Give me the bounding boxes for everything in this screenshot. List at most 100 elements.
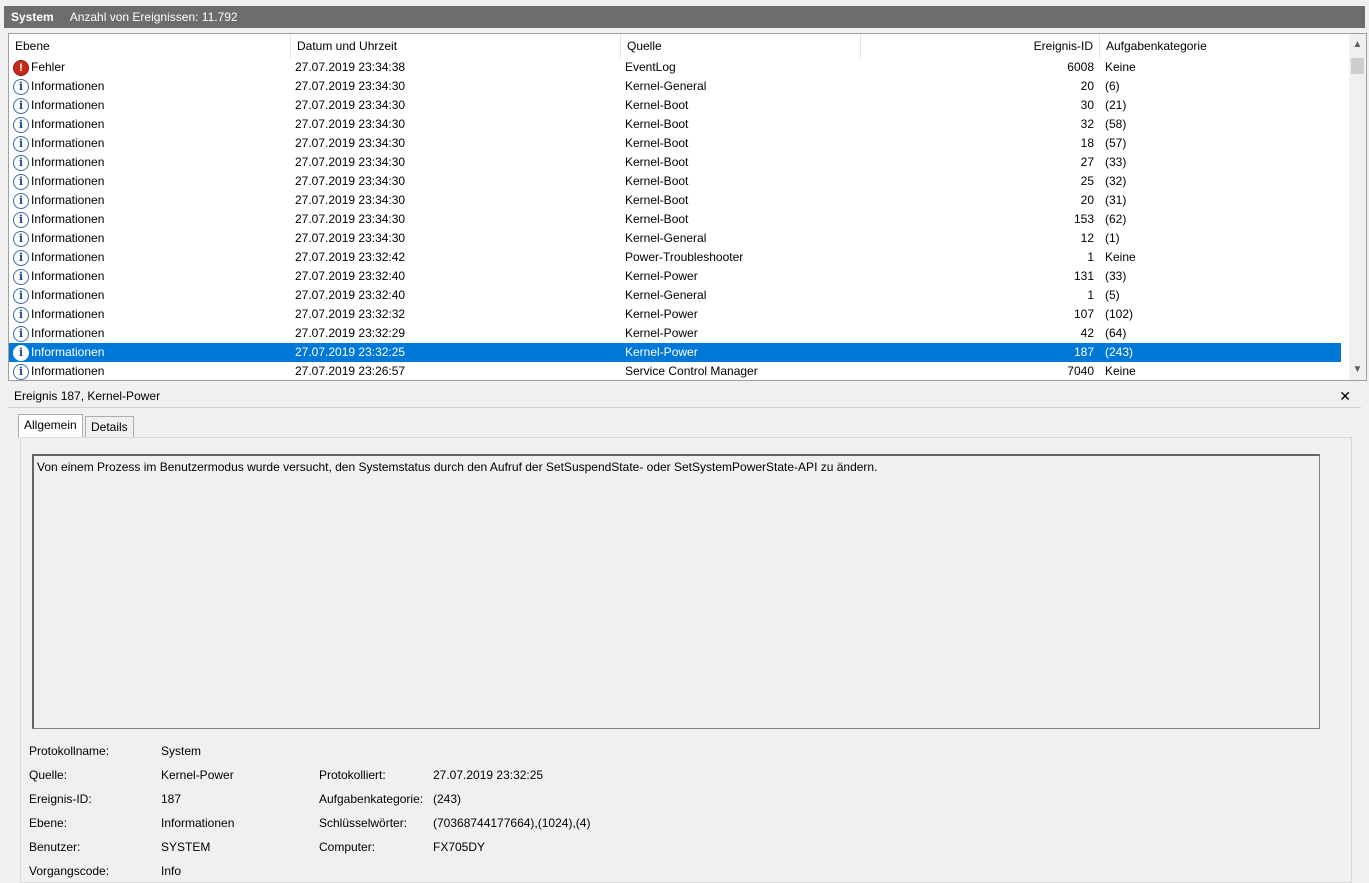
cell-level: Informationen xyxy=(31,193,105,207)
cell-date: 27.07.2019 23:26:57 xyxy=(295,364,406,378)
column-category[interactable]: Aufgabenkategorie xyxy=(1100,34,1341,58)
table-row[interactable]: i Informationen 27.07.2019 23:32:40 Kernel-… xyxy=(9,267,1341,286)
event-list[interactable]: Ebene Datum und Uhrzeit Quelle Ereignis-… xyxy=(8,33,1367,381)
scroll-thumb[interactable] xyxy=(1351,58,1364,74)
cell-category: (33) xyxy=(1105,269,1127,283)
cell-source: Kernel-Boot xyxy=(625,98,689,112)
table-row[interactable]: i Informationen 27.07.2019 23:34:30 Kernel-… xyxy=(9,210,1341,229)
cell-category: (33) xyxy=(1105,155,1127,169)
field-label: Quelle: xyxy=(29,768,68,782)
table-row[interactable]: ! Fehler 27.07.2019 23:34:38 EventLog 6008 Ke… xyxy=(9,58,1341,77)
field-label: Vorgangscode: xyxy=(29,864,110,878)
cell-source: Power-Troubleshooter xyxy=(625,250,744,264)
table-row[interactable]: i Informationen 27.07.2019 23:34:30 Kernel-… xyxy=(9,77,1341,96)
cell-source: Kernel-Boot xyxy=(625,117,689,131)
table-row[interactable]: i Informationen 27.07.2019 23:34:30 Kernel-… xyxy=(9,153,1341,172)
scroll-up-icon[interactable]: ▲ xyxy=(1349,36,1366,53)
cell-date: 27.07.2019 23:32:42 xyxy=(295,250,406,264)
cell-category: (5) xyxy=(1105,288,1120,302)
cell-level: Informationen xyxy=(31,326,105,340)
cell-event-id: 12 xyxy=(1080,231,1094,245)
column-header: Ebene Datum und Uhrzeit Quelle Ereignis-… xyxy=(9,34,1341,58)
column-event-id[interactable]: Ereignis-ID xyxy=(861,34,1100,58)
cell-date: 27.07.2019 23:32:40 xyxy=(295,269,406,283)
field-value: Informationen xyxy=(161,816,235,830)
table-row[interactable]: i Informationen 27.07.2019 23:26:57 Service… xyxy=(9,362,1341,380)
cell-event-id: 187 xyxy=(1073,345,1094,359)
cell-date: 27.07.2019 23:34:30 xyxy=(295,79,406,93)
column-date[interactable]: Datum und Uhrzeit xyxy=(291,34,621,58)
cell-level: Informationen xyxy=(31,155,105,169)
cell-category: Keine xyxy=(1105,364,1136,378)
cell-event-id: 20 xyxy=(1080,193,1094,207)
info-icon: i xyxy=(13,174,29,190)
table-row[interactable]: i Informationen 27.07.2019 23:34:30 Kernel-… xyxy=(9,172,1341,191)
cell-event-id: 32 xyxy=(1080,117,1094,131)
table-row[interactable]: i Informationen 27.07.2019 23:32:40 Kernel-… xyxy=(9,286,1341,305)
info-icon: i xyxy=(13,98,29,114)
field-value: SYSTEM xyxy=(161,840,211,854)
table-row[interactable]: i Informationen 27.07.2019 23:34:30 Kernel-… xyxy=(9,96,1341,115)
event-count: Anzahl von Ereignissen: 11.792 xyxy=(69,10,238,24)
cell-level: Informationen xyxy=(31,98,105,112)
info-icon: i xyxy=(13,345,29,361)
cell-source: Kernel-Boot xyxy=(625,193,689,207)
cell-date: 27.07.2019 23:34:30 xyxy=(295,98,406,112)
cell-category: (1) xyxy=(1105,231,1120,245)
cell-source: Kernel-Power xyxy=(625,307,698,321)
table-row[interactable]: i Informationen 27.07.2019 23:34:30 Kernel-… xyxy=(9,115,1341,134)
table-row[interactable]: i Informationen 27.07.2019 23:34:30 Kernel-… xyxy=(9,191,1341,210)
cell-source: Service Control Manager xyxy=(625,364,758,378)
scroll-down-icon[interactable]: ▼ xyxy=(1349,361,1366,378)
cell-category: (102) xyxy=(1105,307,1134,321)
table-row[interactable]: i Informationen 27.07.2019 23:32:42 Power-T… xyxy=(9,248,1341,267)
cell-event-id: 20 xyxy=(1080,79,1094,93)
field-label: Benutzer: xyxy=(29,840,81,854)
cell-date: 27.07.2019 23:34:38 xyxy=(295,60,406,74)
cell-source: Kernel-General xyxy=(625,288,707,302)
close-icon[interactable]: ✕ xyxy=(1339,387,1351,405)
field-value: 187 xyxy=(161,792,182,806)
field-value: (70368744177664),(1024),(4) xyxy=(433,816,591,830)
column-level[interactable]: Ebene xyxy=(9,34,291,58)
cell-level: Informationen xyxy=(31,288,105,302)
cell-event-id: 42 xyxy=(1080,326,1094,340)
cell-date: 27.07.2019 23:32:25 xyxy=(295,345,406,359)
cell-source: Kernel-General xyxy=(625,231,707,245)
table-row[interactable]: i Informationen 27.07.2019 23:34:30 Kernel-… xyxy=(9,229,1341,248)
cell-event-id: 30 xyxy=(1080,98,1094,112)
table-row[interactable]: i Informationen 27.07.2019 23:32:29 Kernel-… xyxy=(9,324,1341,343)
vertical-scrollbar[interactable]: ▲ ▼ xyxy=(1349,34,1366,380)
cell-category: (64) xyxy=(1105,326,1127,340)
field-label: Aufgabenkategorie: xyxy=(319,792,424,806)
cell-source: Kernel-Power xyxy=(625,345,698,359)
field-value: 27.07.2019 23:32:25 xyxy=(433,768,544,782)
cell-level: Informationen xyxy=(31,174,105,188)
cell-date: 27.07.2019 23:34:30 xyxy=(295,136,406,150)
info-icon: i xyxy=(13,193,29,209)
cell-date: 27.07.2019 23:32:40 xyxy=(295,288,406,302)
detail-title: Ereignis 187, Kernel-Power xyxy=(8,384,1361,408)
field-label: Protokollname: xyxy=(29,744,110,758)
cell-event-id: 153 xyxy=(1073,212,1094,226)
event-detail-pane: Ereignis 187, Kernel-Power ✕ Allgemein D… xyxy=(8,384,1361,883)
cell-event-id: 25 xyxy=(1080,174,1094,188)
cell-date: 27.07.2019 23:34:30 xyxy=(295,231,406,245)
cell-category: (6) xyxy=(1105,79,1120,93)
table-row[interactable]: i Informationen 27.07.2019 23:32:32 Kernel-… xyxy=(9,305,1341,324)
event-message[interactable]: Von einem Prozess im Benutzermodus wurde… xyxy=(32,454,1320,729)
table-row[interactable]: i Informationen 27.07.2019 23:34:30 Kernel-… xyxy=(9,134,1341,153)
column-source[interactable]: Quelle xyxy=(621,34,861,58)
cell-level: Informationen xyxy=(31,364,105,378)
tab-panel-general: Von einem Prozess im Benutzermodus wurde… xyxy=(20,437,1352,883)
cell-date: 27.07.2019 23:32:32 xyxy=(295,307,406,321)
cell-event-id: 7040 xyxy=(1067,364,1094,378)
cell-level: Informationen xyxy=(31,231,105,245)
cell-date: 27.07.2019 23:34:30 xyxy=(295,174,406,188)
cell-level: Informationen xyxy=(31,307,105,321)
table-row[interactable]: i Informationen 27.07.2019 23:32:25 Kernel-… xyxy=(9,343,1341,362)
field-label: Ereignis-ID: xyxy=(29,792,92,806)
tab-general[interactable]: Allgemein xyxy=(18,414,83,438)
cell-level: Informationen xyxy=(31,79,105,93)
tab-details[interactable]: Details xyxy=(85,416,134,438)
